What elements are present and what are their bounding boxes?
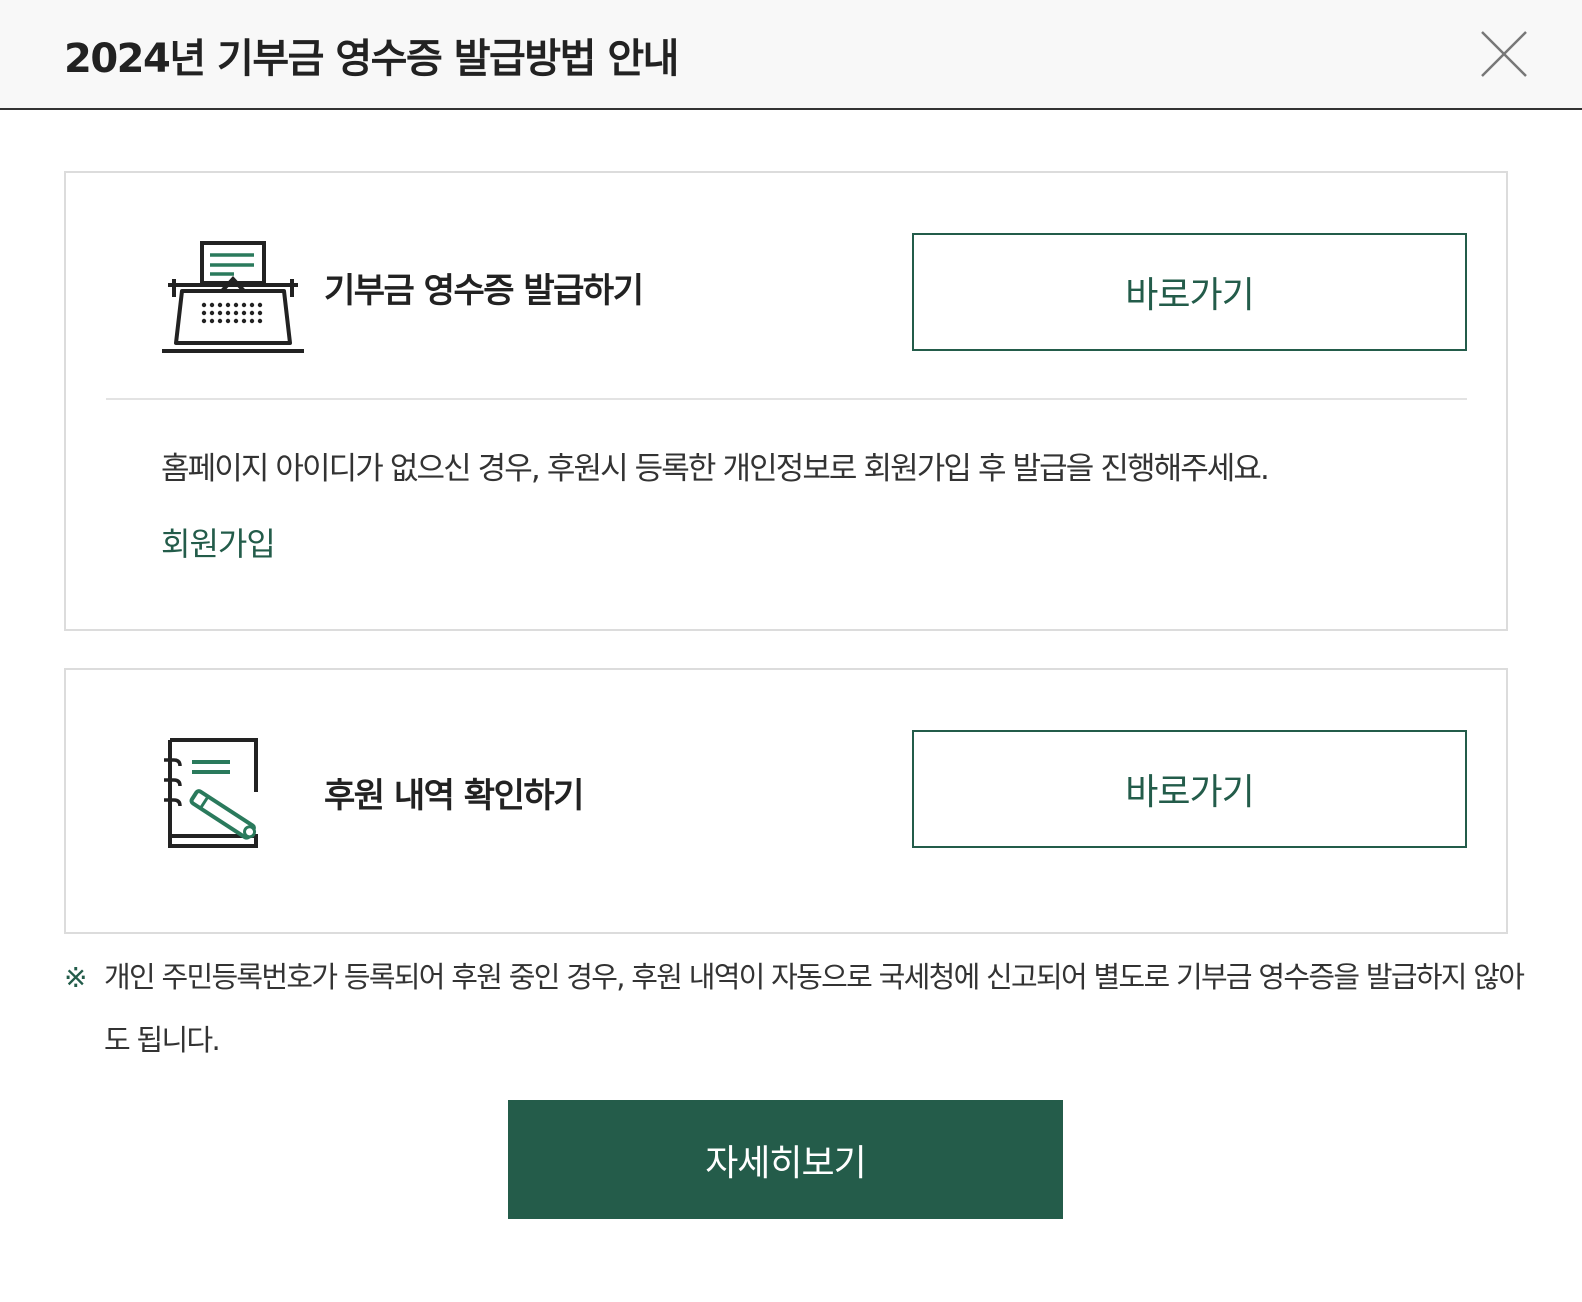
donation-history-panel: 후원 내역 확인하기 바로가기 (64, 668, 1508, 934)
donation-history-label: 후원 내역 확인하기 (324, 776, 584, 816)
receipt-guide-modal: 2024년 기부금 영수증 발급방법 안내 기부금 영수증 발급하기 바로가기 … (0, 0, 1582, 1302)
signup-link[interactable]: 회원가입 (161, 519, 276, 565)
receipt-description: 홈페이지 아이디가 없으신 경우, 후원시 등록한 개인정보로 회원가입 후 발… (161, 451, 1270, 487)
close-icon[interactable] (1478, 28, 1530, 80)
modal-title: 2024년 기부금 영수증 발급방법 안내 (64, 36, 679, 82)
notice: ※ 개인 주민등록번호가 등록되어 후원 중인 경우, 후원 내역이 자동으로 … (64, 946, 1525, 1072)
typewriter-icon (160, 239, 306, 359)
modal-header: 2024년 기부금 영수증 발급방법 안내 (0, 0, 1582, 110)
detail-button[interactable]: 자세히보기 (508, 1100, 1063, 1219)
notice-text: 개인 주민등록번호가 등록되어 후원 중인 경우, 후원 내역이 자동으로 국세… (104, 960, 1525, 1057)
notebook-pencil-icon (160, 738, 270, 856)
notice-mark: ※ (64, 961, 87, 994)
history-go-button[interactable]: 바로가기 (912, 730, 1467, 848)
receipt-go-button[interactable]: 바로가기 (912, 233, 1467, 351)
panel-divider (106, 398, 1467, 400)
receipt-issue-panel: 기부금 영수증 발급하기 바로가기 홈페이지 아이디가 없으신 경우, 후원시 … (64, 171, 1508, 631)
receipt-issue-label: 기부금 영수증 발급하기 (324, 271, 644, 311)
